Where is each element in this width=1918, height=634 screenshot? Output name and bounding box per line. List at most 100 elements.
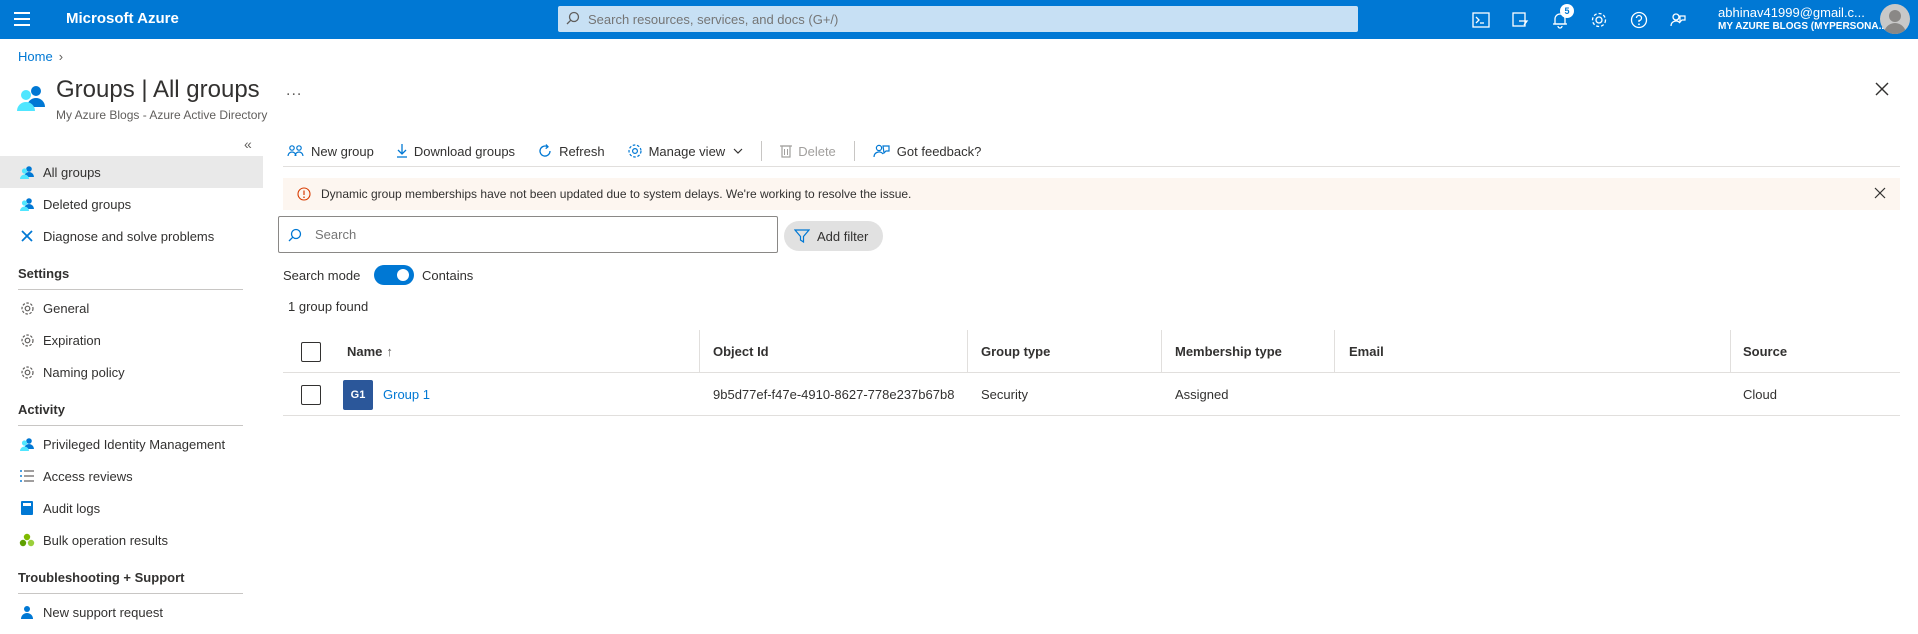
sidebar-item-label: Deleted groups: [43, 196, 132, 212]
search-mode-label: Search mode: [283, 268, 361, 283]
column-header-source[interactable]: Source: [1743, 330, 1787, 373]
new-group-button[interactable]: New group: [283, 137, 378, 165]
refresh-label: Refresh: [559, 143, 605, 159]
sidebar-section-support: Troubleshooting + Support: [18, 556, 243, 594]
column-header-membership-type[interactable]: Membership type: [1175, 330, 1282, 373]
refresh-icon: [537, 143, 553, 159]
more-options-icon[interactable]: ...: [286, 82, 302, 100]
close-icon[interactable]: [1875, 82, 1889, 99]
table-row[interactable]: G1 Group 1 9b5d77ef-f47e-4910-8627-778e2…: [283, 373, 1900, 416]
book-icon: [18, 499, 36, 517]
column-header-email[interactable]: Email: [1349, 330, 1384, 373]
column-divider: [699, 330, 700, 373]
search-mode-value: Contains: [422, 268, 474, 283]
groups-icon: [18, 195, 36, 213]
manage-view-label: Manage view: [648, 143, 726, 159]
row-checkbox[interactable]: [301, 384, 321, 405]
sidebar-item-label: Bulk operation results: [43, 532, 169, 548]
membership-type-cell: Assigned: [1175, 387, 1229, 402]
sidebar-item-audit-logs[interactable]: Audit logs: [0, 492, 263, 524]
info-warning-icon: [297, 187, 311, 201]
got-feedback-button[interactable]: Got feedback?: [869, 137, 986, 165]
delete-label: Delete: [798, 143, 836, 159]
global-search-input[interactable]: [588, 6, 1348, 32]
select-all-checkbox[interactable]: [301, 341, 321, 362]
notification-count-badge: 5: [1560, 4, 1574, 18]
avatar[interactable]: [1880, 4, 1910, 34]
pim-icon: [18, 435, 36, 453]
toggle-knob: [397, 269, 409, 281]
row-checkbox-cell: [301, 373, 321, 416]
column-header-group-type[interactable]: Group type: [981, 330, 1050, 373]
new-group-icon: [287, 144, 305, 158]
toolbar-divider: [853, 141, 855, 161]
manage-view-button[interactable]: Manage view: [623, 137, 748, 165]
groups-icon: [16, 83, 48, 114]
warning-banner: Dynamic group memberships have not been …: [283, 178, 1900, 210]
notifications-icon[interactable]: 5: [1548, 4, 1574, 32]
add-filter-label: Add filter: [817, 228, 869, 244]
sidebar-item-new-support-request[interactable]: New support request: [0, 596, 263, 628]
directory-filter-icon[interactable]: [1508, 8, 1532, 32]
brand-name[interactable]: Microsoft Azure: [66, 10, 179, 27]
column-divider: [1730, 330, 1731, 373]
sidebar-item-label: New support request: [43, 604, 163, 620]
hamburger-menu-icon[interactable]: [14, 12, 30, 26]
group-search-box[interactable]: [278, 216, 778, 253]
group-name-link[interactable]: Group 1: [383, 387, 430, 402]
feedback-icon[interactable]: [1666, 8, 1690, 32]
settings-gear-icon[interactable]: [1587, 8, 1611, 32]
column-header-object-id[interactable]: Object Id: [713, 330, 769, 373]
breadcrumb-home[interactable]: Home: [18, 49, 53, 64]
sidebar-item-label: Expiration: [43, 332, 101, 348]
sidebar-item-expiration[interactable]: Expiration: [0, 324, 263, 356]
sidebar-item-label: Access reviews: [43, 468, 133, 484]
sidebar-item-label: Audit logs: [43, 500, 101, 516]
collapse-sidebar-icon[interactable]: «: [244, 136, 252, 152]
sidebar-section-settings: Settings: [18, 252, 243, 290]
sidebar-item-access-reviews[interactable]: Access reviews: [0, 460, 263, 492]
global-search[interactable]: [558, 6, 1358, 32]
warning-banner-message: Dynamic group memberships have not been …: [321, 187, 912, 201]
sidebar-item-label: General: [43, 300, 90, 316]
filter-icon: [794, 229, 810, 243]
select-all-checkbox-cell: [301, 330, 321, 373]
column-divider: [967, 330, 968, 373]
sidebar-item-deleted-groups[interactable]: Deleted groups: [0, 188, 263, 220]
add-filter-button[interactable]: Add filter: [784, 221, 883, 251]
bulk-icon: [18, 531, 36, 549]
groups-table: Name ↑ Object Id Group type Membership t…: [283, 330, 1900, 416]
close-icon[interactable]: [1874, 187, 1886, 202]
help-icon[interactable]: [1627, 8, 1651, 32]
cloud-shell-icon[interactable]: [1469, 8, 1493, 32]
column-divider: [1161, 330, 1162, 373]
got-feedback-label: Got feedback?: [896, 143, 982, 159]
column-header-name[interactable]: Name ↑: [347, 330, 393, 373]
source-cell: Cloud: [1743, 387, 1777, 402]
delete-button[interactable]: Delete: [776, 137, 840, 165]
sidebar-item-label: Diagnose and solve problems: [43, 228, 215, 244]
account-tenant: MY AZURE BLOGS (MYPERSONA...: [1718, 21, 1887, 32]
search-icon: [288, 228, 302, 245]
account-info[interactable]: abhinav41999@gmail.c... MY AZURE BLOGS (…: [1718, 5, 1887, 32]
group-avatar: G1: [343, 379, 373, 410]
sidebar-item-general[interactable]: General: [0, 292, 263, 324]
refresh-button[interactable]: Refresh: [533, 137, 609, 165]
search-mode-toggle[interactable]: [374, 265, 414, 285]
sidebar-item-all-groups[interactable]: All groups: [0, 156, 263, 188]
sidebar-item-label: Naming policy: [43, 364, 125, 380]
toolbar-divider: [761, 141, 763, 161]
page-subtitle: My Azure Blogs - Azure Active Directory: [56, 108, 268, 122]
gear-icon: [627, 143, 643, 159]
sidebar: All groups Deleted groups Diagnose and s…: [0, 156, 263, 628]
sidebar-item-pim[interactable]: Privileged Identity Management: [0, 428, 263, 460]
account-email: abhinav41999@gmail.c...: [1718, 5, 1865, 20]
download-groups-button[interactable]: Download groups: [392, 137, 519, 165]
sidebar-item-bulk-operation[interactable]: Bulk operation results: [0, 524, 263, 556]
wrench-icon: [18, 227, 36, 245]
group-search-input[interactable]: [315, 217, 765, 252]
command-bar: New group Download groups Refresh Manage…: [283, 136, 1900, 167]
group-name-cell: G1 Group 1: [343, 373, 430, 416]
sidebar-item-diagnose[interactable]: Diagnose and solve problems: [0, 220, 263, 252]
sidebar-item-naming-policy[interactable]: Naming policy: [0, 356, 263, 388]
